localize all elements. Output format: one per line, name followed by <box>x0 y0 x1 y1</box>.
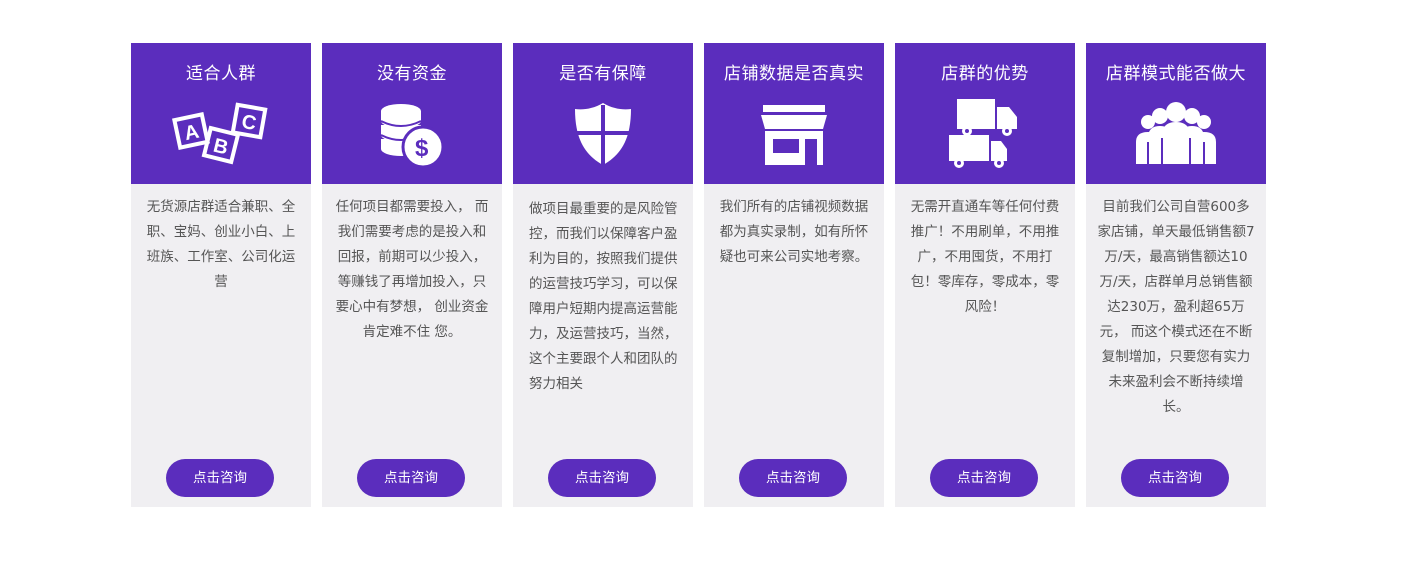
feature-cards-row: 适合人群 A B C 无货源店群适合兼职、全职、宝妈、创业小白、上班族、工作室、 <box>131 43 1271 507</box>
card-advantages: 店群的优势 无需开直通车等任何付费推广！不用刷单，不用推广，不用囤货，不用打包！… <box>895 43 1075 507</box>
card-description: 做项目最重要的是风险管控，而我们以保障客户盈利为目的，按照我们提供的运营技巧学习… <box>529 201 678 392</box>
team-icon <box>1086 95 1266 173</box>
consult-button[interactable]: 点击咨询 <box>739 459 847 497</box>
card-no-funds: 没有资金 $ 任何项目都需要投入， 而我们需要考虑的是投入和回报，前期可以少投入… <box>322 43 502 507</box>
card-description: 任何项目都需要投入， 而我们需要考虑的是投入和回报，前期可以少投入，等赚钱了再增… <box>335 199 489 340</box>
consult-button[interactable]: 点击咨询 <box>166 459 274 497</box>
abc-blocks-icon: A B C <box>131 95 311 173</box>
coins-dollar-icon: $ <box>322 95 502 173</box>
consult-button[interactable]: 点击咨询 <box>357 459 465 497</box>
card-title: 没有资金 <box>377 64 447 84</box>
card-guarantee: 是否有保障 做项目最重要的是风险管控，而我们以保障客户盈利为目的，按照我们提供的… <box>513 43 693 507</box>
card-header: 适合人群 A B C <box>131 43 311 184</box>
svg-text:B: B <box>211 135 230 160</box>
card-title: 适合人群 <box>186 64 256 84</box>
consult-button[interactable]: 点击咨询 <box>1121 459 1229 497</box>
card-data-authenticity: 店铺数据是否真实 我们所有的店铺视频数据都为真实录制，如有所怀疑也可来公司实地考… <box>704 43 884 507</box>
card-description: 目前我们公司自营600多家店铺，单天最低销售额7万/天，最高销售额达10万/天，… <box>1097 199 1255 415</box>
card-title: 店群模式能否做大 <box>1106 64 1246 84</box>
card-description: 无货源店群适合兼职、全职、宝妈、创业小白、上班族、工作室、公司化运营 <box>146 199 296 290</box>
card-header: 店群模式能否做大 <box>1086 43 1266 184</box>
svg-text:C: C <box>240 111 258 135</box>
svg-text:$: $ <box>415 135 429 162</box>
storefront-icon <box>704 95 884 173</box>
card-header: 没有资金 $ <box>322 43 502 184</box>
svg-text:A: A <box>182 121 201 146</box>
card-header: 店铺数据是否真实 <box>704 43 884 184</box>
consult-button[interactable]: 点击咨询 <box>548 459 656 497</box>
card-header: 店群的优势 <box>895 43 1075 184</box>
card-header: 是否有保障 <box>513 43 693 184</box>
card-description: 我们所有的店铺视频数据都为真实录制，如有所怀疑也可来公司实地考察。 <box>719 199 869 265</box>
card-title: 店铺数据是否真实 <box>724 64 864 84</box>
card-description: 无需开直通车等任何付费推广！不用刷单，不用推广，不用囤货，不用打包！零库存，零成… <box>910 199 1060 315</box>
card-scalability: 店群模式能否做大 目前我们公司自营600多家店铺，单天最低销售额7万/天，最高销… <box>1086 43 1266 507</box>
card-title: 是否有保障 <box>559 64 647 84</box>
card-title: 店群的优势 <box>941 64 1029 84</box>
card-target-audience: 适合人群 A B C 无货源店群适合兼职、全职、宝妈、创业小白、上班族、工作室、 <box>131 43 311 507</box>
shield-icon <box>513 95 693 173</box>
consult-button[interactable]: 点击咨询 <box>930 459 1038 497</box>
trucks-icon <box>895 95 1075 173</box>
